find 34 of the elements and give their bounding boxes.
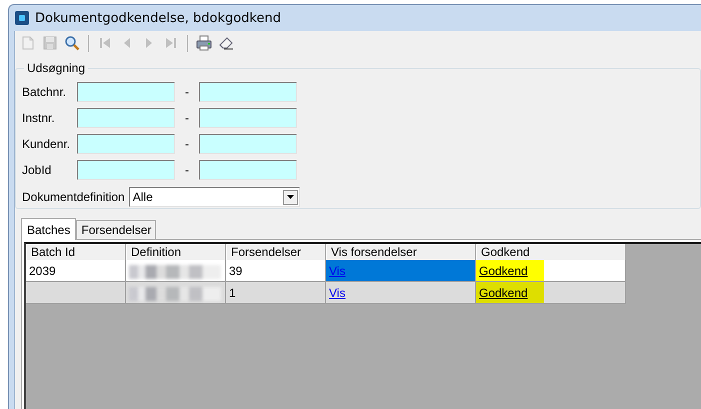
window-title: Dokumentgodkendelse, bdokgodkend <box>35 10 281 26</box>
view-link[interactable]: Vis <box>329 286 346 300</box>
column-header[interactable]: Definition <box>126 244 226 260</box>
column-header[interactable]: Forsendelser <box>226 244 326 260</box>
input-field[interactable] <box>77 82 175 102</box>
column-header[interactable]: Batch Id <box>26 244 126 260</box>
input-field[interactable] <box>199 160 297 180</box>
input-field[interactable] <box>199 108 297 128</box>
tab[interactable]: Forsendelser <box>76 220 156 239</box>
tab[interactable]: Batches <box>21 218 76 240</box>
column-header[interactable]: Godkend <box>476 244 626 260</box>
input-field[interactable] <box>199 82 297 102</box>
column-header[interactable]: Vis forsendelser <box>326 244 476 260</box>
caret-icon[interactable] <box>282 190 298 204</box>
table-cell: 1 <box>226 282 326 304</box>
range-dash: - <box>184 137 190 151</box>
input-field[interactable] <box>77 160 175 180</box>
field-label: Instnr. <box>22 111 56 125</box>
group-title: Udsøgning <box>26 61 86 75</box>
range-dash: - <box>184 111 190 125</box>
table-cell: 39 <box>226 260 326 282</box>
field-label: Kundenr. <box>22 137 72 151</box>
table-cell: 2039 <box>26 260 126 282</box>
field-label: Dokumentdefinition <box>22 190 125 204</box>
app-icon <box>15 11 29 25</box>
printer-icon[interactable] <box>194 33 214 53</box>
input-field[interactable] <box>77 108 175 128</box>
input-field[interactable] <box>199 134 297 154</box>
range-dash: - <box>184 85 190 99</box>
input-field[interactable] <box>77 134 175 154</box>
range-dash: - <box>184 163 190 177</box>
field-label: Batchnr. <box>22 85 68 99</box>
field-label: JobId <box>22 163 52 177</box>
dropdown[interactable]: Alle <box>128 187 300 207</box>
